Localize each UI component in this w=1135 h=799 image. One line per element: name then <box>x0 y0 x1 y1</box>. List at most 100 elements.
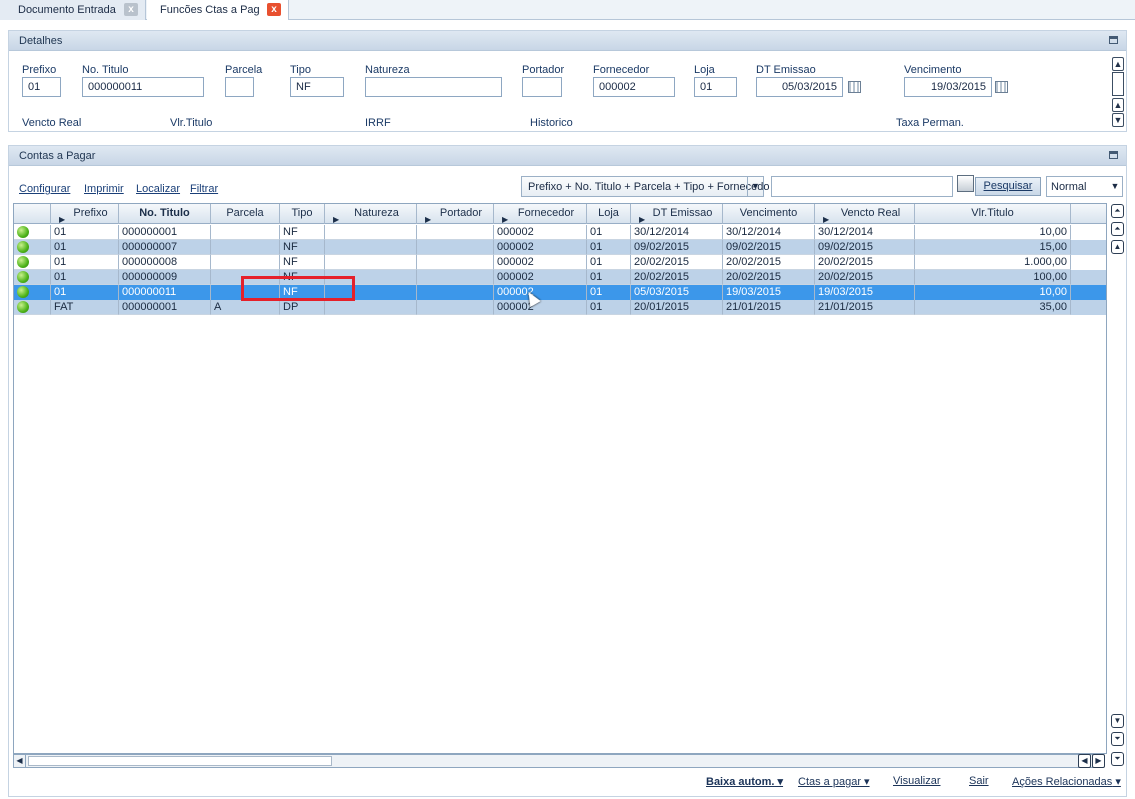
cell-fornecedor[interactable]: 000002 <box>494 285 587 300</box>
cell-tipo[interactable]: NF <box>280 225 325 240</box>
search-input[interactable] <box>771 176 953 197</box>
column-header-fornecedor[interactable]: ▶ Fornecedor <box>494 204 587 224</box>
cell-dt-emissao[interactable]: 20/01/2015 <box>631 300 723 315</box>
cell-vlr-titulo[interactable]: 1.000,00 <box>915 255 1071 270</box>
cell-loja[interactable]: 01 <box>587 300 631 315</box>
tab-documento-entrada[interactable]: Documento Entrada x <box>0 0 146 20</box>
cell-no-titulo[interactable]: 000000008 <box>119 255 211 270</box>
cell-vencimento[interactable]: 19/03/2015 <box>723 285 815 300</box>
status-cell[interactable] <box>14 285 51 300</box>
close-icon[interactable]: x <box>124 3 138 16</box>
contas-grid[interactable]: ▶ Prefixo No. Titulo Parcela Tipo ▶ Nature… <box>13 203 1107 754</box>
cell-portador[interactable] <box>417 285 494 300</box>
column-header-vencimento[interactable]: Vencimento <box>723 204 815 224</box>
table-row[interactable]: 01 000000001 NF 000002 01 30/12/2014 30/12/201… <box>14 225 1106 240</box>
natureza-field[interactable] <box>365 77 502 97</box>
scroll-right-icon[interactable]: ▶ <box>1092 754 1105 768</box>
cell-no-titulo[interactable]: 000000001 <box>119 300 211 315</box>
sair-button[interactable]: Sair <box>969 775 989 787</box>
cell-vencto-real[interactable]: 30/12/2014 <box>815 225 915 240</box>
cell-prefixo[interactable]: 01 <box>51 225 119 240</box>
status-cell[interactable] <box>14 300 51 315</box>
cell-no-titulo[interactable]: 000000009 <box>119 270 211 285</box>
cell-vencimento[interactable]: 30/12/2014 <box>723 225 815 240</box>
cell-portador[interactable] <box>417 300 494 315</box>
status-cell[interactable] <box>14 225 51 240</box>
cell-fornecedor[interactable]: 000002 <box>494 270 587 285</box>
cell-vlr-titulo[interactable]: 35,00 <box>915 300 1071 315</box>
table-row[interactable]: FAT 000000001 A DP 000002 01 20/01/2015 21/01/2… <box>14 300 1106 315</box>
cell-prefixo[interactable]: FAT <box>51 300 119 315</box>
page-up-icon[interactable]: ⏶ <box>1111 222 1124 236</box>
cell-dt-emissao[interactable]: 20/02/2015 <box>631 270 723 285</box>
cell-natureza[interactable] <box>325 255 417 270</box>
cell-tipo[interactable]: NF <box>280 240 325 255</box>
cell-fornecedor[interactable]: 000002 <box>494 240 587 255</box>
cell-natureza[interactable] <box>325 300 417 315</box>
column-header-vlr-titulo[interactable]: Vlr.Titulo <box>915 204 1071 224</box>
calendar-icon[interactable] <box>995 81 1008 93</box>
portador-field[interactable] <box>522 77 562 97</box>
cell-vlr-titulo[interactable]: 100,00 <box>915 270 1071 285</box>
cell-loja[interactable]: 01 <box>587 240 631 255</box>
loja-field[interactable]: 01 <box>694 77 737 97</box>
column-header-no-titulo[interactable]: No. Titulo <box>119 204 211 224</box>
cell-tipo[interactable]: NF <box>280 255 325 270</box>
cell-dt-emissao[interactable]: 05/03/2015 <box>631 285 723 300</box>
cell-portador[interactable] <box>417 255 494 270</box>
cell-natureza[interactable] <box>325 225 417 240</box>
cell-dt-emissao[interactable]: 20/02/2015 <box>631 255 723 270</box>
cell-vencimento[interactable]: 09/02/2015 <box>723 240 815 255</box>
cell-prefixo[interactable]: 01 <box>51 285 119 300</box>
cell-loja[interactable]: 01 <box>587 270 631 285</box>
cell-vlr-titulo[interactable]: 15,00 <box>915 240 1071 255</box>
cell-vencto-real[interactable]: 19/03/2015 <box>815 285 915 300</box>
status-cell[interactable] <box>14 270 51 285</box>
cell-parcela[interactable] <box>211 240 280 255</box>
cell-parcela[interactable]: A <box>211 300 280 315</box>
cell-fornecedor[interactable]: 000002 <box>494 255 587 270</box>
cell-parcela[interactable] <box>211 255 280 270</box>
filtrar-link[interactable]: Filtrar <box>190 183 218 195</box>
calendar-icon[interactable] <box>848 81 861 93</box>
scroll-up-icon[interactable]: ▲ <box>1112 57 1124 71</box>
localizar-link[interactable]: Localizar <box>136 183 180 195</box>
cell-prefixo[interactable]: 01 <box>51 255 119 270</box>
close-icon[interactable]: x <box>267 3 281 16</box>
scroll-down-icon[interactable]: ▼ <box>1112 113 1124 127</box>
imprimir-link[interactable]: Imprimir <box>84 183 124 195</box>
acoes-relacionadas-menu[interactable]: Ações Relacionadas ▾ <box>1012 775 1121 788</box>
prefixo-field[interactable]: 01 <box>22 77 61 97</box>
minimize-icon[interactable] <box>1109 36 1118 44</box>
cell-vencto-real[interactable]: 20/02/2015 <box>815 255 915 270</box>
column-header-prefixo[interactable]: ▶ Prefixo <box>51 204 119 224</box>
no-titulo-field[interactable]: 000000011 <box>82 77 204 97</box>
cell-dt-emissao[interactable]: 30/12/2014 <box>631 225 723 240</box>
cell-vencimento[interactable]: 21/01/2015 <box>723 300 815 315</box>
cell-no-titulo[interactable]: 000000001 <box>119 225 211 240</box>
tab-funcoes-ctas-a-pag[interactable]: Funcões Ctas a Pag x <box>147 0 289 20</box>
pesquisar-button[interactable]: Pesquisar <box>975 177 1041 196</box>
table-row[interactable]: 01 000000008 NF 000002 01 20/02/2015 20/02/201… <box>14 255 1106 270</box>
page-down-icon[interactable]: ⏷ <box>1111 732 1124 746</box>
cell-vencto-real[interactable]: 09/02/2015 <box>815 240 915 255</box>
parcela-field[interactable] <box>225 77 254 97</box>
status-cell[interactable] <box>14 255 51 270</box>
cell-vencimento[interactable]: 20/02/2015 <box>723 270 815 285</box>
minimize-icon[interactable] <box>1109 151 1118 159</box>
ctas-a-pagar-menu[interactable]: Ctas a pagar ▾ <box>798 775 870 788</box>
mode-select[interactable]: Normal ▼ <box>1046 176 1123 197</box>
table-row[interactable]: 01 000000007 NF 000002 01 09/02/2015 09/02/201… <box>14 240 1106 255</box>
cell-dt-emissao[interactable]: 09/02/2015 <box>631 240 723 255</box>
column-header-loja[interactable]: Loja <box>587 204 631 224</box>
cell-prefixo[interactable]: 01 <box>51 240 119 255</box>
column-header-portador[interactable]: ▶ Portador <box>417 204 494 224</box>
column-header-vencto-real[interactable]: ▶ Vencto Real <box>815 204 915 224</box>
status-cell[interactable] <box>14 240 51 255</box>
vencimento-field[interactable]: 19/03/2015 <box>904 77 992 97</box>
cell-no-titulo[interactable]: 000000011 <box>119 285 211 300</box>
index-order-select[interactable]: Prefixo + No. Titulo + Parcela + Tipo + … <box>521 176 770 197</box>
cell-loja[interactable]: 01 <box>587 225 631 240</box>
baixa-autom-menu[interactable]: Baixa autom. ▾ <box>706 775 783 788</box>
visualizar-button[interactable]: Visualizar <box>893 775 941 787</box>
